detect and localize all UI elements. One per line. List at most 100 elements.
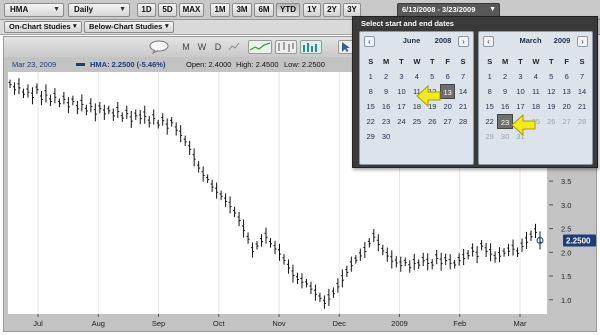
calendar-day[interactable]: 29 bbox=[363, 129, 378, 144]
calendar-day[interactable]: 6 bbox=[440, 69, 455, 84]
weekly-view-button[interactable]: W bbox=[196, 40, 208, 54]
range-button-5d[interactable]: 5D bbox=[158, 3, 177, 17]
calendar-day[interactable]: 18 bbox=[528, 99, 543, 114]
area-chart-icon[interactable] bbox=[248, 40, 272, 54]
calendar-day[interactable]: 9 bbox=[497, 84, 512, 99]
calendar-day[interactable]: 21 bbox=[574, 99, 589, 114]
x-tick-label: Dec bbox=[333, 319, 347, 328]
range-button-ytd[interactable]: YTD bbox=[276, 3, 300, 17]
date-range-select[interactable]: 6/13/2008 - 3/23/2009 ▼ bbox=[397, 3, 500, 17]
calendar-day[interactable]: 15 bbox=[363, 99, 378, 114]
calendar-day[interactable]: 7 bbox=[574, 69, 589, 84]
comment-icon[interactable] bbox=[148, 40, 170, 55]
range-button-1d[interactable]: 1D bbox=[137, 3, 156, 17]
interval-select-label: Daily bbox=[74, 5, 94, 14]
calendar-day[interactable]: 20 bbox=[559, 99, 574, 114]
weekday-label: T bbox=[548, 57, 554, 66]
calendar-day[interactable]: 7 bbox=[455, 69, 470, 84]
calendar-day[interactable]: 3 bbox=[394, 69, 409, 84]
calendar-day[interactable]: 30 bbox=[378, 129, 393, 144]
chevron-down-icon: ▼ bbox=[119, 6, 126, 13]
start-calendar-header: ‹ June 2008 › bbox=[364, 36, 469, 50]
calendar-day[interactable]: 22 bbox=[482, 114, 497, 129]
legend-swatch bbox=[76, 63, 85, 66]
daily-view-button[interactable]: D bbox=[212, 40, 224, 54]
calendar-day[interactable]: 5 bbox=[425, 69, 440, 84]
arrow-pointer-icon bbox=[511, 114, 536, 136]
end-weekday-row: SMTWTFS bbox=[482, 54, 590, 69]
y-tick-label: 1.0 bbox=[561, 296, 571, 305]
on-chart-studies-button[interactable]: On-Chart Studies ▼ bbox=[4, 21, 82, 33]
calendar-day[interactable]: 2 bbox=[497, 69, 512, 84]
calendar-day[interactable]: 6 bbox=[559, 69, 574, 84]
calendar-day[interactable]: 17 bbox=[513, 99, 528, 114]
x-tick-label: Oct bbox=[213, 319, 226, 328]
range-button-max-intraday[interactable]: MAX bbox=[179, 3, 204, 17]
prev-month-button[interactable]: ‹ bbox=[483, 36, 494, 47]
calendar-day[interactable]: 5 bbox=[544, 69, 559, 84]
calendar-day[interactable]: 16 bbox=[378, 99, 393, 114]
weekday-label: M bbox=[501, 57, 509, 66]
calendar-day[interactable]: 10 bbox=[513, 84, 528, 99]
calendar-day[interactable]: 27 bbox=[440, 114, 455, 129]
below-chart-studies-button[interactable]: Below-Chart Studies ▼ bbox=[84, 21, 174, 33]
calendar-day[interactable]: 26 bbox=[425, 114, 440, 129]
calendar-day-selected[interactable]: 13 bbox=[439, 84, 456, 99]
calendar-day[interactable]: 22 bbox=[363, 114, 378, 129]
calendar-day[interactable]: 4 bbox=[409, 69, 424, 84]
x-tick-label: Aug bbox=[92, 319, 105, 328]
calendar-day: 27 bbox=[562, 117, 571, 126]
calendar-day[interactable]: 19 bbox=[544, 99, 559, 114]
range-button-1m[interactable]: 1M bbox=[210, 3, 230, 17]
calendar-day[interactable]: 11 bbox=[528, 84, 543, 99]
calendar-day[interactable]: 23 bbox=[378, 114, 393, 129]
calendar-day[interactable]: 13 bbox=[559, 84, 574, 99]
calendar-empty-cell bbox=[544, 129, 559, 144]
x-tick-label: Nov bbox=[272, 319, 286, 328]
popup-title: Select start and end dates bbox=[361, 19, 454, 28]
calendar-day[interactable]: 12 bbox=[544, 84, 559, 99]
calendar-day[interactable]: 9 bbox=[378, 84, 393, 99]
prev-month-button[interactable]: ‹ bbox=[364, 36, 375, 47]
calendar-day[interactable]: 25 bbox=[409, 114, 424, 129]
calendar-day[interactable]: 16 bbox=[497, 99, 512, 114]
x-tick-label: Sep bbox=[152, 319, 165, 328]
calendar-day[interactable]: 8 bbox=[363, 84, 378, 99]
range-button-3y[interactable]: 3Y bbox=[343, 3, 361, 17]
monthly-view-button[interactable]: M bbox=[180, 40, 192, 54]
range-button-2y[interactable]: 2Y bbox=[323, 3, 341, 17]
range-button-3m[interactable]: 3M bbox=[232, 3, 252, 17]
weekday-label: W bbox=[413, 57, 421, 66]
y-tick-label: 3.0 bbox=[561, 201, 571, 210]
y-tick-label: 1.5 bbox=[561, 272, 571, 281]
calendar-day[interactable]: 21 bbox=[455, 99, 470, 114]
calendar-day[interactable]: 14 bbox=[455, 84, 470, 99]
bar-chart-icon[interactable] bbox=[300, 40, 322, 54]
y-tick-label: 3.5 bbox=[561, 177, 571, 186]
calendar-day[interactable]: 17 bbox=[394, 99, 409, 114]
interval-select[interactable]: Daily ▼ bbox=[68, 3, 130, 17]
weekday-label: F bbox=[564, 57, 569, 66]
calendar-day[interactable]: 14 bbox=[574, 84, 589, 99]
calendar-day[interactable]: 1 bbox=[363, 69, 378, 84]
line-chart-icon[interactable] bbox=[228, 40, 240, 54]
calendar-day[interactable]: 3 bbox=[513, 69, 528, 84]
range-button-6m[interactable]: 6M bbox=[254, 3, 274, 17]
calendar-day[interactable]: 1 bbox=[482, 69, 497, 84]
next-month-button[interactable]: › bbox=[458, 36, 469, 47]
calendar-day[interactable]: 2 bbox=[378, 69, 393, 84]
calendar-day[interactable]: 4 bbox=[528, 69, 543, 84]
calendar-day[interactable]: 15 bbox=[482, 99, 497, 114]
weekday-label: S bbox=[487, 57, 493, 66]
range-button-1y[interactable]: 1Y bbox=[303, 3, 321, 17]
calendar-day[interactable]: 20 bbox=[440, 99, 455, 114]
symbol-select[interactable]: HMA ▼ bbox=[4, 3, 64, 17]
end-month-label: March bbox=[519, 36, 542, 45]
ohlc-chart-icon[interactable] bbox=[275, 40, 297, 54]
calendar-day[interactable]: 28 bbox=[455, 114, 470, 129]
calendar-day[interactable]: 8 bbox=[482, 84, 497, 99]
last-value-label: 2.2500 bbox=[566, 236, 591, 245]
next-month-button[interactable]: › bbox=[577, 36, 588, 47]
calendar-day[interactable]: 24 bbox=[394, 114, 409, 129]
calendar-day[interactable]: 10 bbox=[394, 84, 409, 99]
